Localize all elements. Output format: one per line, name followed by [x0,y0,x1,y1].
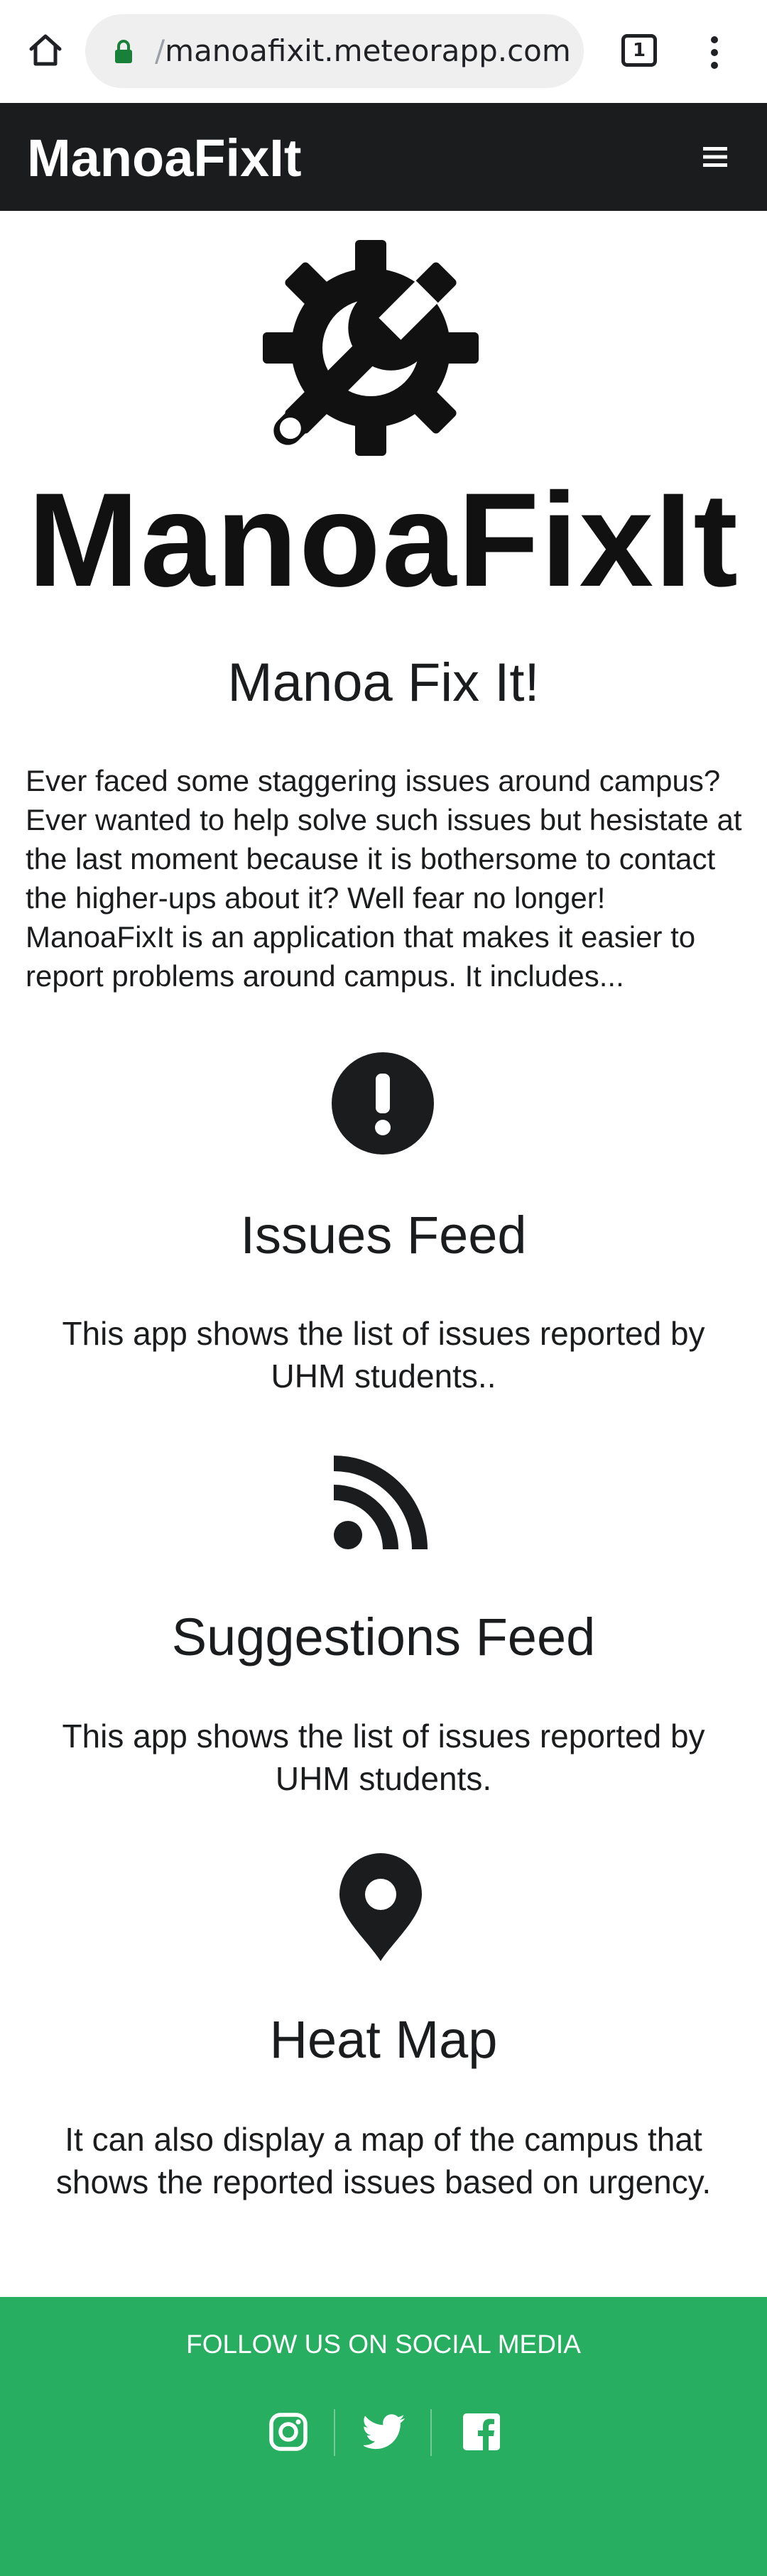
logo-wordmark: ManoaFixIt [28,465,739,614]
site-navbar: ManoaFixIt [0,103,767,211]
page-title: Manoa Fix It! [227,653,540,713]
feature-title-suggestions-feed: Suggestions Feed [171,1608,596,1666]
follow-us-text: FOLLOW US ON SOCIAL MEDIA [186,2330,581,2359]
social-divider [430,2409,432,2456]
exclamation-circle-icon [332,1052,434,1155]
home-icon[interactable] [26,30,65,70]
instagram-icon[interactable] [268,2412,308,2452]
rss-feed-icon [334,1456,428,1549]
url-prefix: / [155,33,165,68]
url-text: /manoafixit.meteorapp.com [155,31,571,71]
feature-description-suggestions-feed: This app shows the list of issues report… [62,1718,705,1797]
gear-wrench-logo-icon [263,240,479,456]
hamburger-menu-icon[interactable] [702,143,729,171]
intro-paragraph: Ever faced some staggering issues around… [26,764,742,993]
social-divider [334,2409,335,2456]
feature-description-heat-map: It can also display a map of the campus … [55,2121,712,2200]
address-bar[interactable]: /manoafixit.meteorapp.com [85,14,584,88]
navbar-brand[interactable]: ManoaFixIt [27,129,301,188]
more-options-icon[interactable] [702,33,727,72]
feature-title-issues-feed: Issues Feed [240,1206,527,1265]
tab-switcher-button[interactable]: 1 [621,34,657,67]
lock-icon [115,40,132,63]
site-footer: FOLLOW US ON SOCIAL MEDIA [0,2297,767,2576]
url-host: manoafixit.meteorapp.com [165,33,571,68]
twitter-icon[interactable] [364,2412,406,2452]
browser-toolbar: /manoafixit.meteorapp.com 1 [0,0,767,103]
map-pin-icon [339,1853,422,1961]
feature-description-issues-feed: This app shows the list of issues report… [62,1315,705,1395]
feature-title-heat-map: Heat Map [269,2010,498,2069]
facebook-icon[interactable] [462,2412,501,2452]
